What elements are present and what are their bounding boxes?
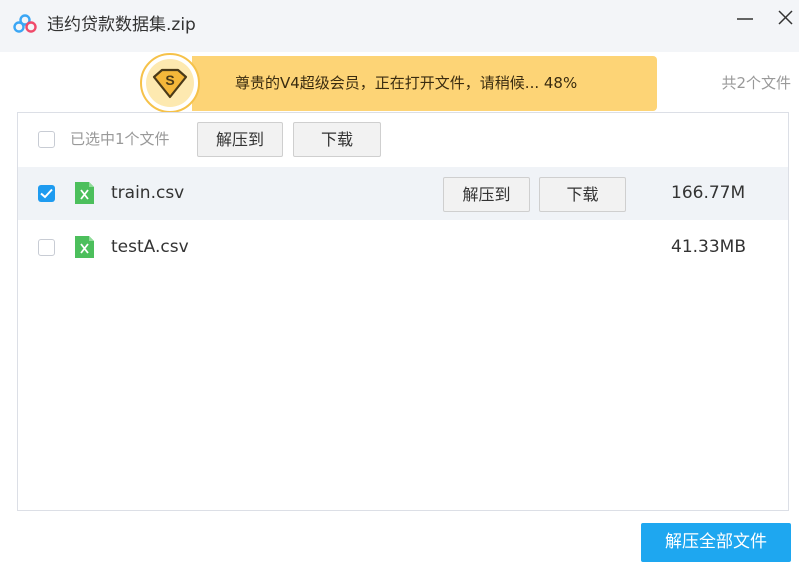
extract-all-button[interactable]: 解压全部文件 bbox=[641, 523, 791, 562]
file-count-label: 共2个文件 bbox=[721, 74, 791, 92]
selection-toolbar: 已选中1个文件 解压到 下载 bbox=[18, 113, 788, 165]
row-download-button[interactable]: 下载 bbox=[539, 177, 626, 212]
file-name[interactable]: testA.csv bbox=[111, 235, 189, 259]
baidu-netdisk-cloud-icon bbox=[13, 14, 37, 33]
archive-preview-window: 违约贷款数据集.zip 尊贵的V4超级会员，正在打开文件，请稍候... 48% … bbox=[0, 0, 799, 572]
csv-file-icon bbox=[75, 236, 94, 258]
file-size: 166.77M bbox=[671, 183, 746, 203]
file-row-checkbox[interactable] bbox=[38, 185, 55, 202]
file-row[interactable]: testA.csv 41.33MB bbox=[18, 221, 788, 274]
toolbar-extract-button[interactable]: 解压到 bbox=[197, 122, 283, 157]
csv-file-icon bbox=[75, 182, 94, 204]
minimize-button[interactable] bbox=[730, 6, 760, 36]
vip-diamond-badge-icon: S bbox=[140, 53, 200, 113]
file-size: 41.33MB bbox=[671, 237, 746, 257]
row-extract-button[interactable]: 解压到 bbox=[443, 177, 530, 212]
select-all-checkbox[interactable] bbox=[38, 131, 55, 148]
file-list-panel: 已选中1个文件 解压到 下载 train.csv 解压到 下载 166.77M bbox=[17, 112, 789, 511]
file-row[interactable]: train.csv 解压到 下载 166.77M bbox=[18, 167, 788, 220]
loading-status-text: 尊贵的V4超级会员，正在打开文件，请稍候... 48% bbox=[235, 74, 578, 92]
file-row-checkbox[interactable] bbox=[38, 239, 55, 256]
title-bar: 违约贷款数据集.zip bbox=[0, 0, 799, 52]
toolbar-download-button[interactable]: 下载 bbox=[293, 122, 381, 157]
checkmark-icon bbox=[40, 188, 53, 199]
selected-count-label: 已选中1个文件 bbox=[70, 130, 170, 148]
close-button[interactable] bbox=[772, 6, 799, 36]
window-title: 违约贷款数据集.zip bbox=[47, 15, 196, 35]
vip-loading-banner: 尊贵的V4超级会员，正在打开文件，请稍候... 48% bbox=[192, 56, 657, 111]
file-name[interactable]: train.csv bbox=[111, 181, 184, 205]
minimize-icon bbox=[737, 18, 753, 20]
vip-badge-letter: S bbox=[165, 72, 174, 88]
close-icon bbox=[778, 10, 793, 25]
